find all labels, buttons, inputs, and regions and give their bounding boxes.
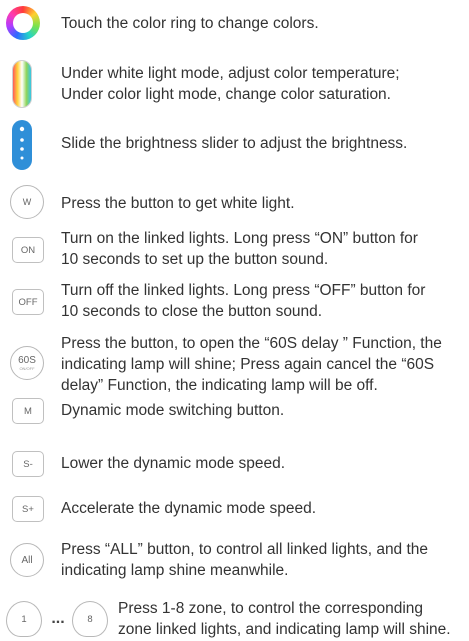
color-ring-icon[interactable] (6, 6, 40, 40)
all-button[interactable]: All (10, 543, 44, 577)
speed-down-description: Lower the dynamic mode speed. (61, 455, 286, 472)
speed-down-button[interactable]: S- (12, 451, 44, 477)
zones-description: Press 1-8 zone, to control the correspon… (118, 600, 451, 638)
on-button[interactable]: ON (12, 237, 44, 263)
color-temperature-slider-icon[interactable] (12, 60, 32, 108)
all-description: Press “ALL” button, to control all linke… (61, 541, 429, 579)
delay-60s-description: Press the button, to open the “60S delay… (61, 335, 442, 394)
mode-button[interactable]: M (12, 398, 44, 424)
mode-description: Dynamic mode switching button. (61, 402, 285, 419)
off-button[interactable]: OFF (12, 289, 44, 315)
speed-up-description: Accelerate the dynamic mode speed. (61, 500, 317, 517)
color-ring-description: Touch the color ring to change colors. (61, 15, 319, 32)
brightness-description: Slide the brightness slider to adjust th… (61, 135, 408, 152)
zone-ellipsis: ... (51, 610, 65, 627)
off-description: Turn off the linked lights. Long press “… (61, 282, 426, 320)
brightness-dots-icon (19, 126, 25, 160)
delay-60s-button[interactable]: 60S ON/OFF (10, 346, 44, 380)
zone-8-button[interactable]: 8 (72, 601, 108, 637)
white-light-button[interactable]: W (10, 185, 44, 219)
white-light-description: Press the button to get white light. (61, 195, 295, 212)
speed-up-button[interactable]: S+ (12, 496, 44, 522)
color-temperature-description: Under white light mode, adjust color tem… (61, 65, 400, 103)
zone-1-button[interactable]: 1 (6, 601, 42, 637)
on-description: Turn on the linked lights. Long press “O… (61, 230, 418, 268)
brightness-slider-icon[interactable] (12, 120, 32, 170)
